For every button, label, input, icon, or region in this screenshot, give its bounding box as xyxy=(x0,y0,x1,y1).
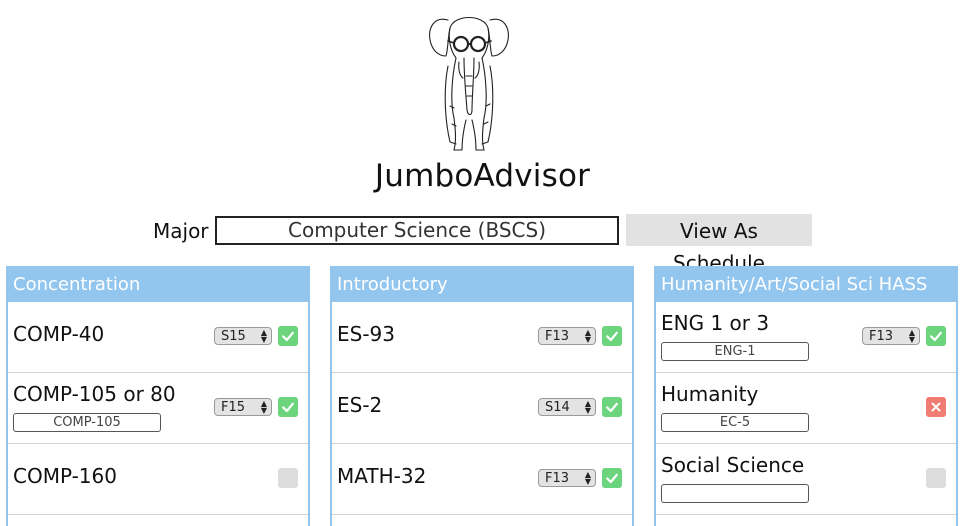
term-value: F13 xyxy=(545,471,570,486)
check-icon xyxy=(606,331,618,342)
course-name: Humanity xyxy=(661,382,759,406)
course-name: COMP-160 xyxy=(13,464,117,488)
course-row: ES-2 S14 ▲ ▼ xyxy=(332,373,632,444)
course-name: Social Science xyxy=(661,453,805,477)
requirement-panel: Concentration COMP-40 S15 ▲ ▼ COMP-105 or 80 C… xyxy=(6,266,310,526)
panel-title: Concentration xyxy=(8,268,308,302)
app-title: JumboAdvisor xyxy=(374,158,591,194)
term-select[interactable]: F13 ▲ ▼ xyxy=(538,327,596,345)
status-missing-badge[interactable] xyxy=(926,397,946,417)
panel-title: Humanity/Art/Social Sci HASS xyxy=(656,268,956,302)
check-icon xyxy=(282,402,294,413)
term-select[interactable]: F13 ▲ ▼ xyxy=(862,327,920,345)
elephant-logo xyxy=(429,16,509,151)
course-input[interactable]: ENG-1 xyxy=(661,342,809,361)
close-icon xyxy=(931,402,941,412)
term-value: S15 xyxy=(221,329,246,344)
course-row: ENG 1 or 3 ENG-1 F13 ▲ ▼ xyxy=(656,302,956,373)
check-icon xyxy=(930,331,942,342)
stepper-arrows-icon: ▲ ▼ xyxy=(260,399,267,415)
course-row: ES-93 F13 ▲ ▼ xyxy=(332,302,632,373)
requirement-panel: Introductory ES-93 F13 ▲ ▼ ES-2 S14 ▲ ▼ MATH-32 F1… xyxy=(330,266,634,526)
status-done-badge[interactable] xyxy=(926,326,946,346)
check-icon xyxy=(606,473,618,484)
course-row: Social Science xyxy=(656,444,956,515)
course-name: COMP-105 or 80 xyxy=(13,382,176,406)
stepper-arrows-icon: ▲ ▼ xyxy=(908,328,915,344)
view-as-schedule-button[interactable]: View As Schedule xyxy=(626,214,812,275)
status-done-badge[interactable] xyxy=(278,397,298,417)
stepper-arrows-icon: ▲ ▼ xyxy=(584,328,591,344)
course-name: ES-93 xyxy=(337,322,395,346)
check-icon xyxy=(282,331,294,342)
course-input[interactable]: COMP-105 xyxy=(13,413,161,432)
course-row: COMP-105 or 80 COMP-105 F15 ▲ ▼ xyxy=(8,373,308,444)
course-row: COMP-160 xyxy=(8,444,308,515)
course-name: ES-2 xyxy=(337,393,383,417)
status-done-badge[interactable] xyxy=(278,326,298,346)
check-icon xyxy=(606,402,618,413)
requirement-panel: Humanity/Art/Social Sci HASS ENG 1 or 3 EN… xyxy=(654,266,958,526)
term-select[interactable]: F15 ▲ ▼ xyxy=(214,398,272,416)
term-value: F15 xyxy=(221,400,246,415)
status-empty-badge[interactable] xyxy=(278,468,298,488)
status-done-badge[interactable] xyxy=(602,397,622,417)
course-name: COMP-40 xyxy=(13,322,105,346)
stepper-arrows-icon: ▲ ▼ xyxy=(584,470,591,486)
major-label: Major xyxy=(153,219,209,243)
status-done-badge[interactable] xyxy=(602,468,622,488)
status-empty-badge[interactable] xyxy=(926,468,946,488)
stepper-arrows-icon: ▲ ▼ xyxy=(260,328,267,344)
stepper-arrows-icon: ▲ ▼ xyxy=(584,399,591,415)
term-select[interactable]: S14 ▲ ▼ xyxy=(538,398,596,416)
term-value: S14 xyxy=(545,400,570,415)
term-select[interactable]: S15 ▲ ▼ xyxy=(214,327,272,345)
course-row: COMP-40 S15 ▲ ▼ xyxy=(8,302,308,373)
course-input[interactable] xyxy=(661,484,809,503)
panel-title: Introductory xyxy=(332,268,632,302)
status-done-badge[interactable] xyxy=(602,326,622,346)
course-name: MATH-32 xyxy=(337,464,427,488)
term-value: F13 xyxy=(545,329,570,344)
course-row: MATH-32 F13 ▲ ▼ xyxy=(332,444,632,515)
course-input[interactable]: EC-5 xyxy=(661,413,809,432)
course-row: Humanity EC-5 xyxy=(656,373,956,444)
major-select[interactable]: Computer Science (BSCS) xyxy=(215,216,619,245)
term-select[interactable]: F13 ▲ ▼ xyxy=(538,469,596,487)
course-name: ENG 1 or 3 xyxy=(661,311,770,335)
major-row: Major Computer Science (BSCS) View As Sc… xyxy=(0,213,965,275)
term-value: F13 xyxy=(869,329,894,344)
